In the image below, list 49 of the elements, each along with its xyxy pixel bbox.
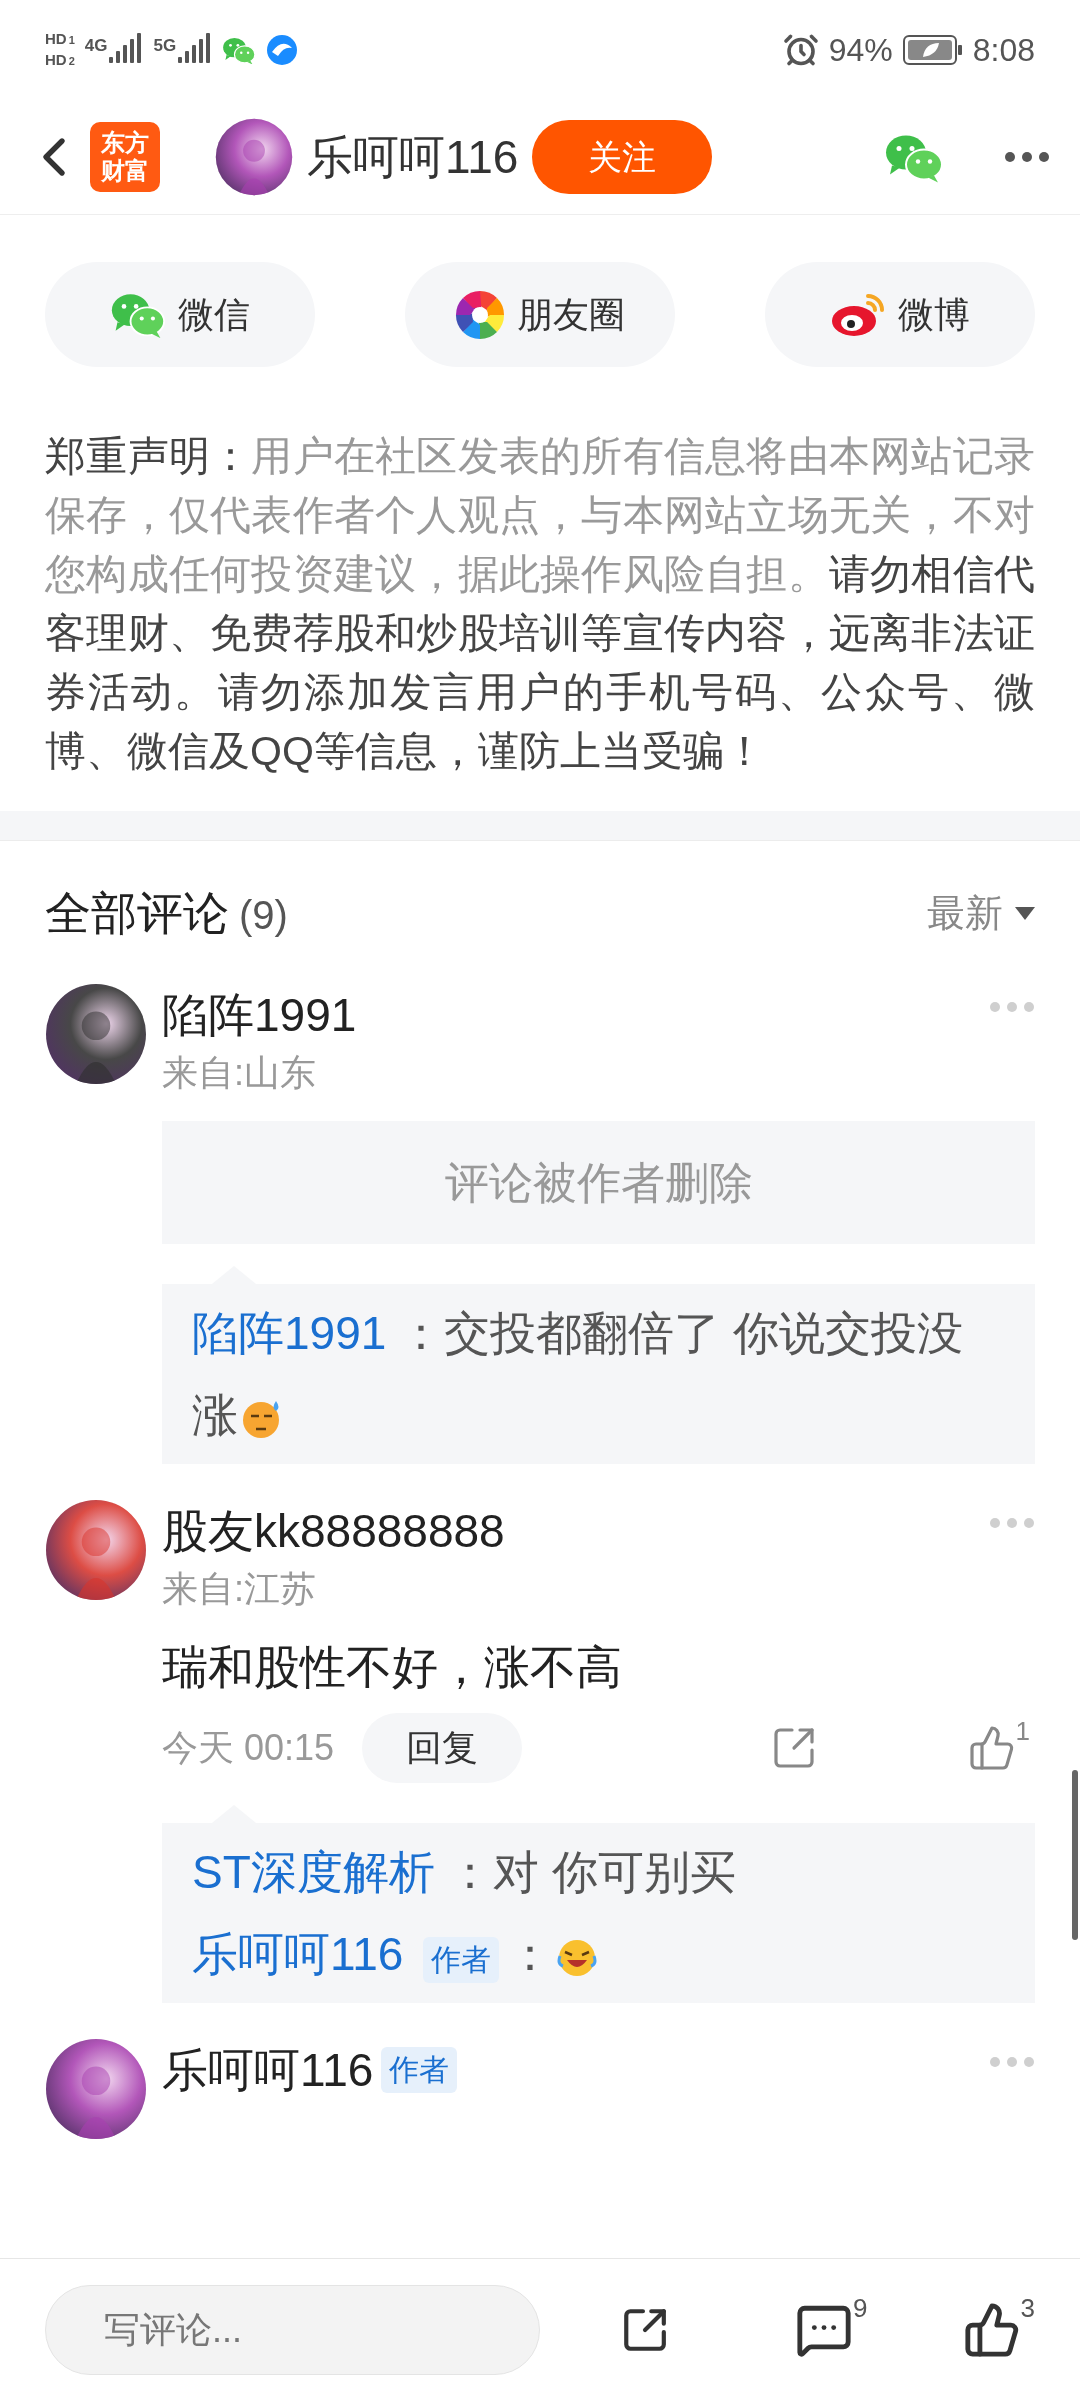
clock: 8:08 [972,31,1035,70]
reply-text: 陷阵1991 ：交投都翻倍了 你说交投没涨 [192,1306,965,1443]
sim-label: HD 2 [45,51,75,70]
reply-button[interactable]: 回复 [362,1713,522,1783]
reply-author[interactable]: 陷阵1991 [192,1307,387,1359]
username[interactable]: 陷阵1991 [162,983,357,1047]
like-icon[interactable] [962,2300,1021,2359]
eye-logo-icon [830,291,886,338]
avatar[interactable] [215,118,293,196]
network-label: 5G [153,35,177,57]
share-button[interactable]: 朋友圈 [405,262,675,367]
battery-icon [902,35,963,65]
username[interactable]: 股友kk88888888 [162,1499,505,1563]
app-icon [266,34,299,66]
alarm-icon [782,32,819,68]
deleted-notice: 评论被作者删除 [162,1121,1035,1244]
caret-icon[interactable] [1015,907,1035,920]
share-button[interactable]: 微博 [765,262,1035,367]
timestamp: 今天 00:15 [162,1726,336,1770]
comment-count: 9 [853,2291,868,2325]
reply-author[interactable]: ST深度解析 [192,1846,435,1898]
sim-label: HD 1 [45,30,75,49]
author-badge: 作者 [381,2047,458,2093]
sort-option[interactable]: 最新 [927,885,1003,942]
username[interactable]: 乐呵呵116 [162,2038,374,2102]
comment-count: (9) [239,892,288,939]
section-title: 全部评论 [45,886,229,941]
network-label: 4G [84,35,108,57]
avatar[interactable] [45,2038,147,2140]
aperture-icon [455,289,505,340]
reply-text: ST深度解析 ：对 你可别买 [192,1845,737,1900]
avatar[interactable] [45,1499,147,1601]
username[interactable]: 乐呵呵116 [307,122,519,192]
comment-text: 瑞和股性不好，涨不高 [162,1640,623,1695]
battery-percent: 94% [828,31,893,70]
like-count: 1 [1015,1715,1030,1748]
reply-text: 乐呵呵116 作者 ： [192,1913,1005,1995]
wechat-icon [222,35,257,65]
share-button[interactable]: 微信 [45,262,315,367]
disclaimer-text: 郑重声明：用户在社区发表的所有信息将由本网站记录保存，仅代表作者个人观点，与本网站立场无关，不对您构成任何投资建议，据此操作风险自担。请勿相信代客理财、免费荐股和炒股培训等宣传内容，远离非法证券活动。请勿添加发言用户的手机号码、公众号、微博、微信及QQ等信息，谨防上当受骗！ [44,432,1036,776]
location-text: 来自:江苏 [162,1567,317,1611]
comment-field[interactable]: 写评论... [45,2284,540,2375]
author-badge: 作者 [423,1937,500,1983]
more-icon[interactable] [1004,151,1050,163]
like-count: 3 [1020,2291,1035,2325]
app-logo: 东方 财富 [90,122,160,192]
avatar[interactable] [45,983,147,1085]
location-text: 来自:山东 [162,1051,317,1095]
reply-author[interactable]: 乐呵呵116 [192,1928,404,1980]
